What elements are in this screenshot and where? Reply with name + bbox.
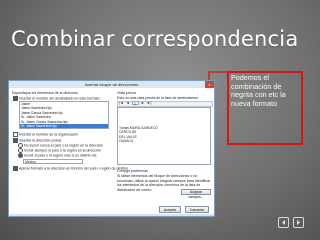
insert-address-block-dialog: Insertar bloque de direcciones x Especif… [8,80,215,217]
nav-next-icon[interactable]: ► [141,101,145,106]
format-option[interactable]: Aplicar formato a la dirección en funció… [13,166,128,171]
nav-last-icon[interactable]: ►| [147,101,152,106]
cancel-button[interactable]: Cancelar [185,206,209,213]
postal-unless-label: Incluir el país o la región sólo si es d… [24,153,98,158]
format-label: Aplicar formato a la dirección en funció… [19,166,129,171]
preview-line: OAXACA [119,139,134,144]
close-button[interactable]: x [205,81,214,88]
postal-always-label: Incluir siempre el país o la región en l… [24,148,101,153]
correct-heading: Corregir problemas [117,169,148,173]
list-item-selected[interactable]: Sr. Jaime Saavedra hijo [20,124,108,129]
preview-area: Tomás MORA GARDECO CERCO 85 DEL VALLE OA… [117,107,211,165]
annotation-text: Podemos el combinación de negrita con et… [231,73,286,108]
preview-heading: Vista previa [117,91,136,95]
arrow-left-icon [282,220,285,225]
dialog-titlebar: Insertar bloque de direcciones x [9,81,214,88]
radio-icon [18,153,23,158]
elements-heading: Especifique los elementos de la direcció… [12,91,78,95]
company-label: Insertar el nombre de la organización [19,132,79,137]
dialog-title: Insertar bloque de direcciones [84,82,139,87]
postal-never-label: No incluir nunca el país o la región en … [24,143,104,148]
name-format-list[interactable]: Jaime Jaime Saavedra hijo Jaime García S… [19,101,109,129]
slide-title: Combinar correspondencia [11,27,299,51]
ok-button[interactable]: Aceptar [159,206,181,213]
record-number-input[interactable]: 1 [132,101,139,106]
checkbox-icon [13,166,18,171]
postal-unless-option[interactable]: Incluir el país o la región sólo si es d… [18,153,97,158]
record-number: 1 [134,102,136,106]
arrow-right-icon [297,220,300,225]
checkbox-icon [13,96,18,101]
company-option[interactable]: Insertar el nombre de la organización [13,132,78,137]
assign-fields-button[interactable]: Asignar campos... [181,189,211,199]
nav-prev-icon[interactable]: ◄ [126,101,130,106]
country-select[interactable]: México [23,159,83,164]
postal-label: Insertar la dirección postal: [19,138,62,143]
nav-first-icon[interactable]: |◄ [119,101,124,106]
dialog-bottom-border [9,214,214,216]
recipient-name-label: Insertar el nombre del destinatario en e… [19,96,101,101]
country-value: México [25,160,36,164]
checkbox-icon [13,132,18,137]
prev-slide-button[interactable] [278,217,289,228]
next-slide-button[interactable] [293,217,304,228]
